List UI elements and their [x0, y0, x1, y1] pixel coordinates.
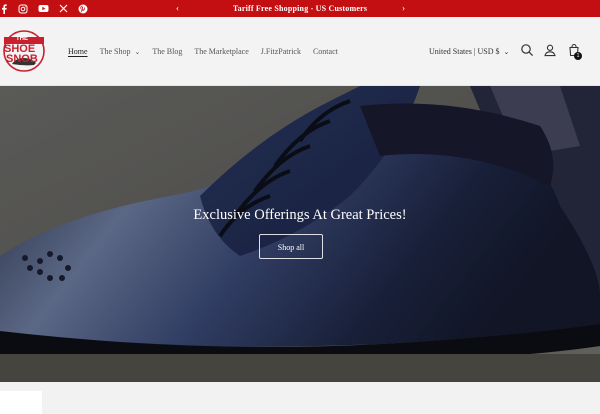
nav-the-marketplace[interactable]: The Marketplace: [194, 47, 248, 56]
shoe-snob-logo[interactable]: THE SHOE SNOB: [2, 29, 46, 73]
site-header: THE SHOE SNOB Home The Shop ⌄ The Blog Th…: [0, 17, 600, 86]
main-nav: Home The Shop ⌄ The Blog The Marketplace …: [68, 47, 350, 56]
country-selector[interactable]: United States | USD $ ⌄: [429, 47, 509, 56]
nav-the-blog[interactable]: The Blog: [152, 47, 182, 56]
hero-banner: Exclusive Offerings At Great Prices! Sho…: [0, 86, 600, 382]
shop-all-button[interactable]: Shop all: [259, 234, 323, 259]
content-area: [0, 382, 600, 414]
announcement-text: Tariff Free Shopping - US Customers: [232, 4, 368, 13]
search-icon[interactable]: [520, 43, 534, 57]
nav-home[interactable]: Home: [68, 47, 88, 56]
chevron-down-icon: ⌄: [503, 48, 510, 56]
cart-count-badge: 1: [574, 52, 582, 60]
nav-the-shop-label: The Shop: [99, 47, 131, 56]
logo-text-top: THE: [16, 36, 28, 42]
announcement-bar: ‹ Tariff Free Shopping - US Customers ›: [0, 0, 600, 17]
chevron-down-icon: ⌄: [134, 48, 141, 56]
nav-jfitzpatrick[interactable]: J.FitzPatrick: [261, 47, 301, 56]
nav-contact[interactable]: Contact: [313, 47, 338, 56]
country-selector-label: United States | USD $: [429, 47, 500, 56]
announcement-next-button[interactable]: ›: [402, 0, 405, 17]
account-icon[interactable]: [543, 43, 557, 57]
hero-title: Exclusive Offerings At Great Prices!: [193, 207, 407, 223]
content-card: [0, 391, 42, 414]
logo-text-bottom: SNOB: [6, 53, 38, 65]
nav-the-shop[interactable]: The Shop ⌄: [100, 47, 141, 56]
